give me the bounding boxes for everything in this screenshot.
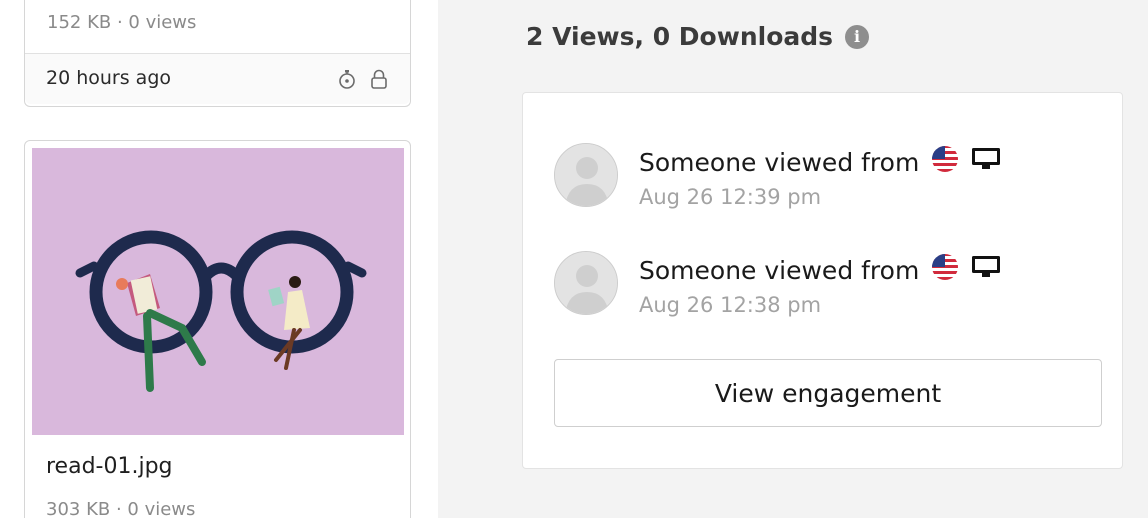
avatar <box>554 143 618 207</box>
views-panel: Someone viewed from Aug 26 12:39 pm Some… <box>522 92 1123 469</box>
file-meta: 152 KB · 0 views <box>47 12 197 33</box>
us-flag-icon <box>931 253 959 287</box>
view-item: Someone viewed from <box>554 251 1114 321</box>
info-icon[interactable]: i <box>845 24 870 49</box>
file-card[interactable]: read-01.jpg 303 KB · 0 views <box>24 140 411 518</box>
stats-header: 2 Views, 0 Downloads i <box>526 22 870 51</box>
file-name[interactable]: read-01.jpg <box>46 454 173 479</box>
view-description: Someone viewed from <box>639 145 1001 179</box>
desktop-icon <box>971 146 1001 178</box>
avatar <box>554 251 618 315</box>
lock-icon[interactable] <box>370 68 388 94</box>
engagement-pane: 2 Views, 0 Downloads i Someone viewed fr… <box>438 0 1148 518</box>
file-meta: 303 KB · 0 views <box>46 499 196 518</box>
file-thumbnail[interactable] <box>32 148 404 435</box>
view-description: Someone viewed from <box>639 253 1001 287</box>
desktop-icon <box>971 254 1001 286</box>
view-timestamp: Aug 26 12:38 pm <box>639 293 822 317</box>
card-footer: 20 hours ago <box>25 54 410 104</box>
stats-title: 2 Views, 0 Downloads <box>526 22 834 51</box>
view-item: Someone viewed from <box>554 143 1114 213</box>
file-list: 152 KB · 0 views 20 hours ago read-01.jp… <box>0 0 438 518</box>
view-text: Someone viewed from <box>639 255 920 285</box>
glasses-illustration <box>32 148 404 435</box>
view-engagement-button[interactable]: View engagement <box>554 359 1102 427</box>
card-icons <box>338 68 388 94</box>
stopwatch-icon[interactable] <box>338 68 356 94</box>
view-timestamp: Aug 26 12:39 pm <box>639 185 822 209</box>
view-text: Someone viewed from <box>639 147 920 177</box>
file-time: 20 hours ago <box>46 67 172 89</box>
us-flag-icon <box>931 145 959 179</box>
file-card[interactable]: 152 KB · 0 views 20 hours ago <box>24 0 411 107</box>
